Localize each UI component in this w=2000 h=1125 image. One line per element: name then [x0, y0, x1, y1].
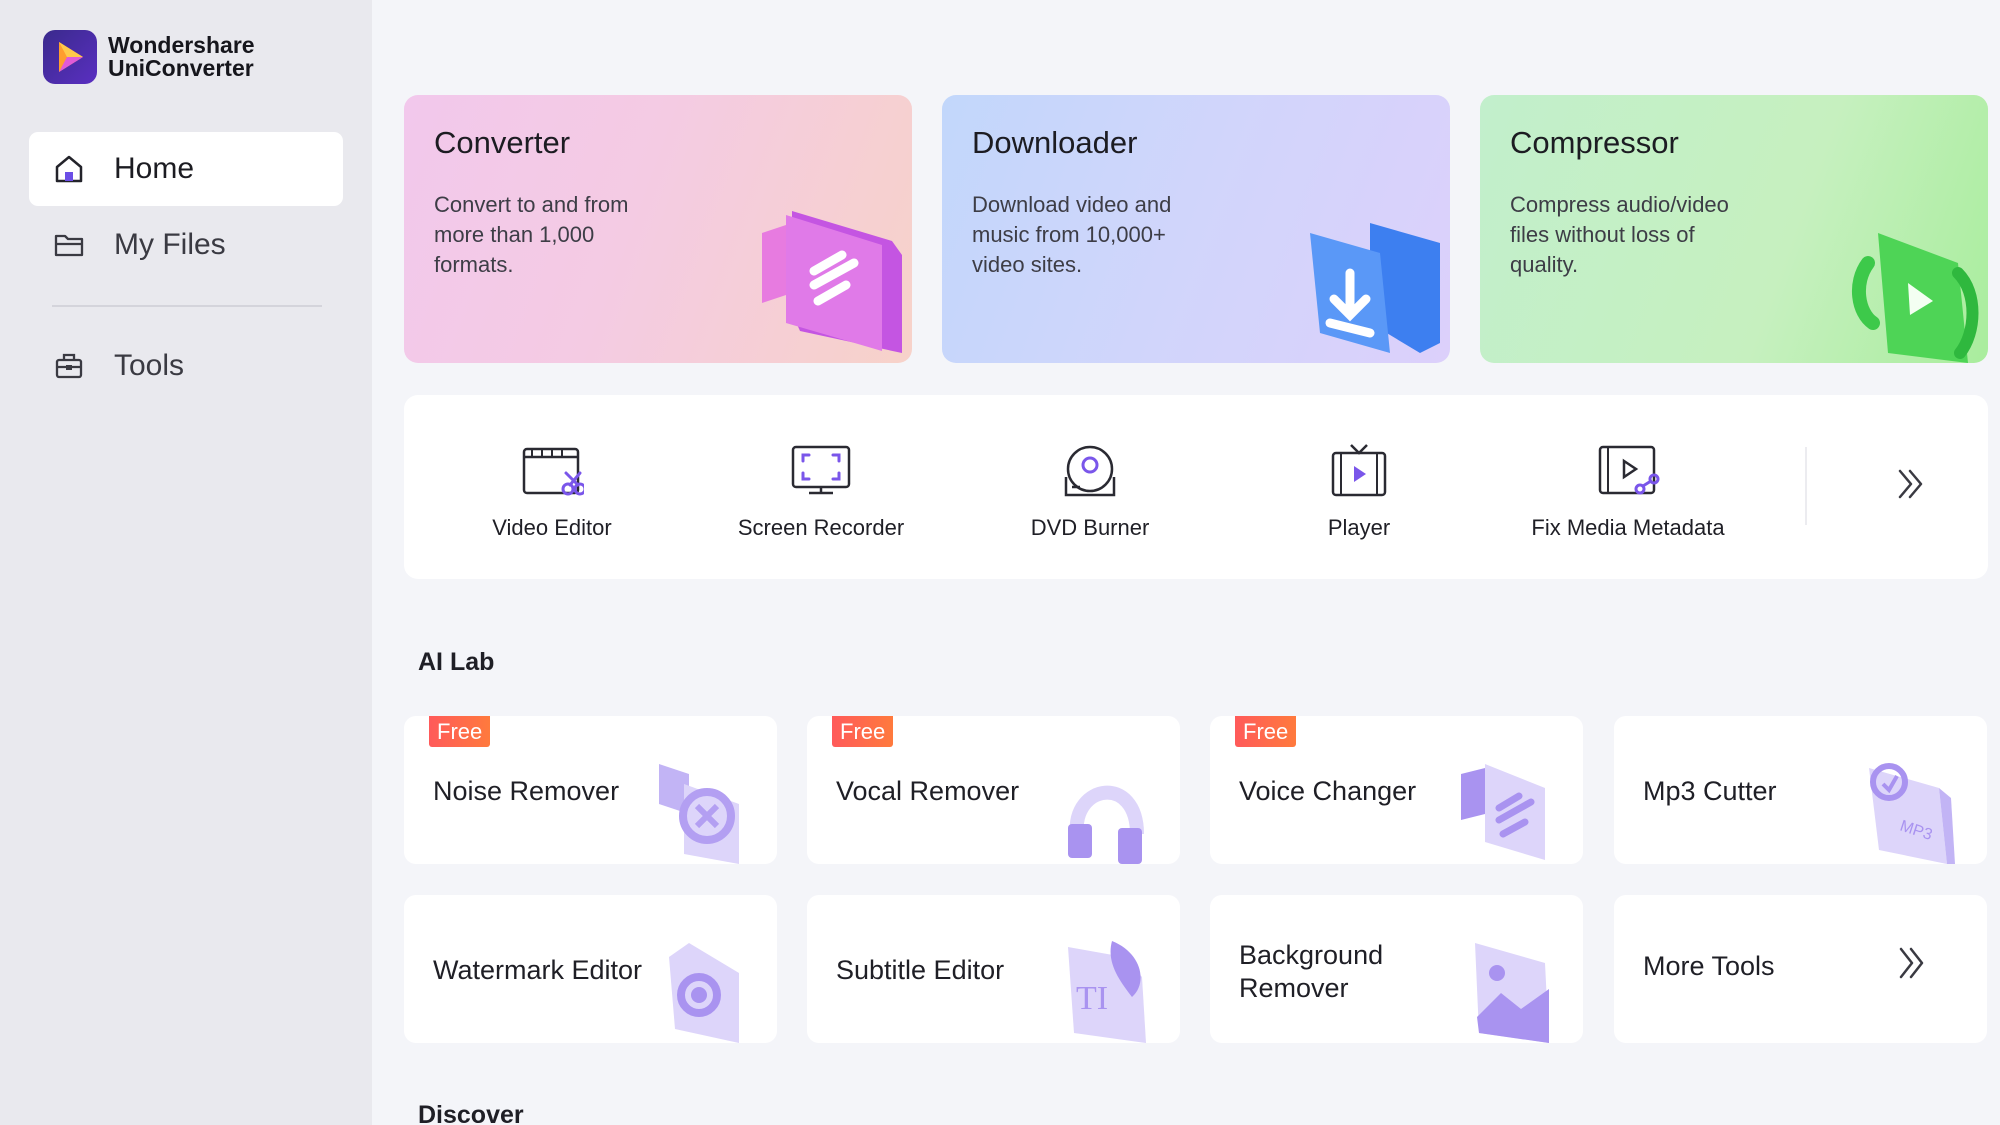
card-title: Converter [434, 125, 571, 160]
background-remover-card[interactable]: Background Remover [1210, 895, 1583, 1043]
card-title: Compressor [1510, 125, 1679, 160]
home-icon [52, 152, 86, 186]
tools-more-button[interactable] [1884, 457, 1938, 511]
free-badge: Free [1235, 716, 1297, 747]
tool-label: Fix Media Metadata [1531, 515, 1725, 540]
downloader-illustration-icon [1310, 223, 1440, 353]
card-description: Compress audio/video files without loss … [1510, 192, 1729, 277]
brand-line-2: UniConverter [108, 55, 254, 81]
tool-fix-media-metadata[interactable]: Fix Media Metadata [1508, 395, 1748, 579]
tool-dvd-burner[interactable]: DVD Burner [970, 395, 1210, 579]
tool-label: Screen Recorder [737, 515, 905, 540]
brand: Wondershare UniConverter [43, 30, 255, 84]
double-chevron-right-icon [1899, 947, 1924, 979]
compressor-card[interactable]: Compressor Compress audio/video files wi… [1480, 95, 1988, 363]
card-label: Vocal Remover [836, 776, 1020, 806]
dvd-burner-icon [1064, 445, 1116, 497]
free-badge: Free [832, 716, 894, 747]
voice-changer-icon [1461, 764, 1545, 860]
card-label: More Tools [1643, 951, 1775, 981]
mp3-cutter-icon: MP3 [1869, 763, 1955, 864]
brand-line-1: Wondershare [108, 32, 255, 58]
toolbox-icon [52, 349, 86, 383]
sidebar-item-label: My Files [114, 228, 226, 261]
more-tools-card[interactable]: More Tools [1614, 895, 1987, 1043]
tool-video-editor[interactable]: Video Editor [432, 395, 672, 579]
sidebar-item-my-files[interactable]: My Files [29, 208, 343, 282]
sidebar-item-label: Home [114, 152, 195, 185]
double-chevron-right-icon [1898, 469, 1923, 499]
card-title: Downloader [972, 125, 1138, 160]
background-remover-icon [1475, 943, 1549, 1043]
card-description: Convert to and from more than 1,000 form… [434, 192, 629, 277]
card-label: Noise Remover [433, 776, 620, 806]
card-label: Watermark Editor [433, 955, 643, 985]
vocal-remover-card[interactable]: Free Vocal Remover [807, 716, 1180, 864]
card-label: Voice Changer [1239, 776, 1417, 806]
card-description: Download video and music from 10,000+ vi… [972, 192, 1172, 277]
app-logo-icon [43, 30, 97, 84]
converter-card[interactable]: Converter Convert to and from more than … [404, 95, 912, 363]
tool-label: DVD Burner [1030, 515, 1150, 540]
video-editor-icon [522, 447, 584, 496]
tool-label: Video Editor [492, 515, 612, 540]
tools-strip: Video Editor Screen Recorder DVD Burner … [404, 395, 1988, 579]
noise-remover-icon [659, 764, 739, 864]
mp3-cutter-card[interactable]: Mp3 Cutter MP3 [1614, 716, 1987, 864]
brand-name: Wondershare UniConverter [108, 34, 255, 80]
tool-label: Player [1327, 515, 1391, 540]
headphones-icon [1068, 785, 1144, 864]
metadata-icon [1598, 445, 1660, 495]
screen-recorder-icon [791, 445, 851, 495]
card-label: Mp3 Cutter [1643, 776, 1777, 806]
sidebar-item-tools[interactable]: Tools [29, 329, 343, 403]
compressor-illustration-icon [1851, 233, 1979, 363]
card-label: Subtitle Editor [836, 955, 1005, 985]
tools-divider [1805, 447, 1807, 525]
sidebar: Wondershare UniConverter Home My Files T… [0, 0, 372, 1125]
watermark-editor-card[interactable]: Watermark Editor [404, 895, 777, 1043]
folder-icon [52, 228, 86, 262]
voice-changer-card[interactable]: Free Voice Changer [1210, 716, 1583, 864]
free-badge: Free [429, 716, 491, 747]
section-title-discover: Discover [418, 1101, 524, 1125]
subtitle-editor-icon: TI [1068, 941, 1146, 1043]
downloader-card[interactable]: Downloader Download video and music from… [942, 95, 1450, 363]
sidebar-item-home[interactable]: Home [29, 132, 343, 206]
converter-illustration-icon [762, 211, 902, 353]
card-label: Background Remover [1239, 940, 1384, 1003]
svg-text:TI: TI [1076, 980, 1108, 1017]
section-title-ai-lab: AI Lab [418, 648, 495, 676]
tool-player[interactable]: Player [1239, 395, 1479, 579]
player-icon [1331, 444, 1387, 497]
sidebar-divider [52, 305, 322, 307]
watermark-editor-icon [669, 943, 739, 1043]
sidebar-item-label: Tools [114, 349, 185, 382]
subtitle-editor-card[interactable]: Subtitle Editor TI [807, 895, 1180, 1043]
noise-remover-card[interactable]: Free Noise Remover [404, 716, 777, 864]
tool-screen-recorder[interactable]: Screen Recorder [701, 395, 941, 579]
